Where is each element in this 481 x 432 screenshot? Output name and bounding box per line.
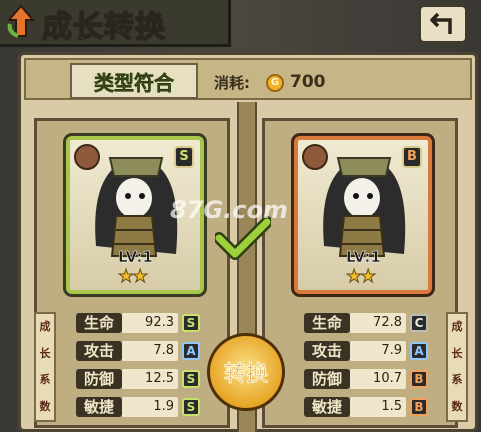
coin-icon: G xyxy=(266,74,284,92)
stat-row-defense: 防御 12.5 S xyxy=(76,368,200,390)
grade-badge: S xyxy=(182,398,200,416)
cost-value: 700 xyxy=(290,72,326,92)
class-icon xyxy=(302,144,328,170)
grade-badge: A xyxy=(410,342,428,360)
hero-level: LV:1 xyxy=(346,248,381,267)
page-title: 成长转换 xyxy=(41,9,166,46)
stat-row-defense: 防御 10.7 B xyxy=(304,368,428,390)
title-banner: 成长转换 xyxy=(0,0,231,47)
type-match-badge: 类型符合 xyxy=(70,63,198,99)
grade-badge: B xyxy=(410,370,428,388)
grade-badge: S xyxy=(182,314,200,332)
hero-stars: ★★ xyxy=(117,266,148,288)
target-hero-card[interactable]: B LV:1 ★★ xyxy=(294,136,432,294)
stat-row-agility: 敏捷 1.9 S xyxy=(76,396,200,418)
rank-badge: B xyxy=(402,146,422,168)
growth-arrow-icon xyxy=(6,4,36,38)
stat-row-hp: 生命 72.8 C xyxy=(304,312,428,334)
grade-badge: A xyxy=(182,342,200,360)
convert-button-label: 转换 xyxy=(223,362,269,388)
hero-level: LV:1 xyxy=(118,248,153,267)
cost-label: 消耗: xyxy=(214,74,250,92)
stat-row-attack: 攻击 7.8 A xyxy=(76,340,200,362)
class-icon xyxy=(74,144,100,170)
stat-row-agility: 敏捷 1.5 B xyxy=(304,396,428,418)
stat-row-attack: 攻击 7.9 A xyxy=(304,340,428,362)
watermark: 87G.com xyxy=(170,196,288,224)
type-match-label: 类型符合 xyxy=(94,70,175,95)
back-button[interactable] xyxy=(418,4,468,44)
convert-button[interactable]: 转换 xyxy=(207,333,285,411)
back-arrow-icon xyxy=(430,12,452,34)
growth-coefficient-label-right: 成 长 系 数 xyxy=(446,312,468,422)
grade-badge: B xyxy=(410,398,428,416)
rank-badge: S xyxy=(174,146,194,168)
grade-badge: S xyxy=(182,370,200,388)
stat-row-hp: 生命 92.3 S xyxy=(76,312,200,334)
growth-coefficient-label-left: 成 长 系 数 xyxy=(34,312,56,422)
grade-badge: C xyxy=(410,314,428,332)
hero-stars: ★★ xyxy=(345,266,376,288)
